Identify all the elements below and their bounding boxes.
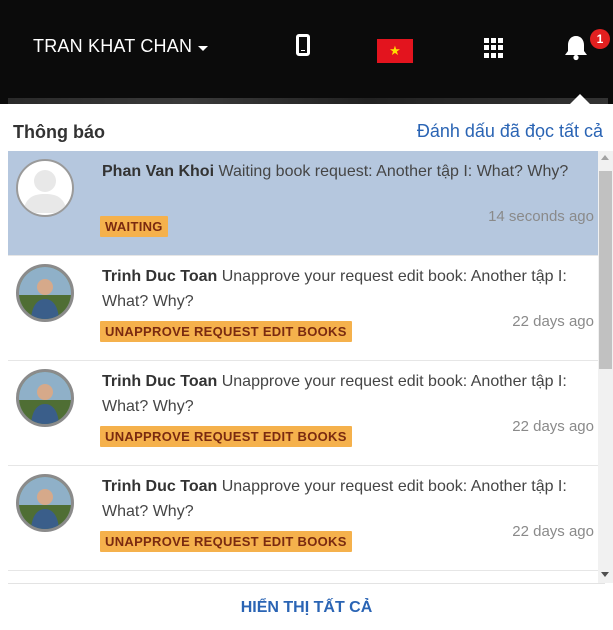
scroll-down-arrow-icon[interactable]	[601, 572, 609, 577]
user-photo-avatar	[16, 474, 74, 532]
user-photo-avatar	[16, 264, 74, 322]
vietnam-flag-icon[interactable]: ★	[377, 39, 413, 63]
notification-time: 22 days ago	[512, 418, 594, 435]
background-strip	[8, 98, 608, 104]
show-all-link[interactable]: HIỂN THỊ TẤT CẢ	[241, 599, 373, 617]
user-menu[interactable]: TRAN KHAT CHAN	[33, 36, 209, 57]
status-badge: UNAPPROVE REQUEST EDIT BOOKS	[100, 531, 352, 552]
notification-item[interactable]: Trinh Duc Toan Unapprove your request ed…	[8, 361, 598, 466]
notification-text: Trinh Duc Toan Unapprove your request ed…	[102, 369, 592, 419]
notification-item[interactable]: Phan Van Khoi Waiting book request: Anot…	[8, 151, 598, 256]
notification-author: Trinh Duc Toan	[102, 268, 218, 285]
scrollbar-thumb[interactable]	[599, 171, 612, 369]
panel-title: Thông báo	[13, 122, 105, 142]
notification-item[interactable]: Trinh Duc Toan Unapprove your request ed…	[8, 256, 598, 361]
notification-time: 22 days ago	[512, 523, 594, 540]
notification-text: Trinh Duc Toan Unapprove your request ed…	[102, 474, 592, 524]
status-badge: UNAPPROVE REQUEST EDIT BOOKS	[100, 321, 352, 342]
username-label: TRAN KHAT CHAN	[33, 36, 193, 56]
scroll-up-arrow-icon[interactable]	[601, 155, 609, 160]
notification-time: 22 days ago	[512, 313, 594, 330]
notification-time: 14 seconds ago	[488, 208, 594, 225]
notification-author: Trinh Duc Toan	[102, 478, 218, 495]
mark-all-read-link[interactable]: Đánh dấu đã đọc tất cả	[417, 121, 603, 142]
user-placeholder-icon	[16, 159, 74, 217]
panel-left-margin	[0, 105, 8, 629]
apps-grid-icon[interactable]	[484, 38, 504, 58]
panel-footer: HIỂN THỊ TẤT CẢ	[8, 583, 605, 630]
status-badge: WAITING	[100, 216, 168, 237]
notification-message: Waiting book request: Another tập I: Wha…	[214, 163, 569, 180]
notification-item[interactable]: Trinh Duc Toan Unapprove your request ed…	[8, 466, 598, 571]
dropdown-pointer	[569, 94, 591, 104]
user-photo-avatar	[16, 369, 74, 427]
scrollbar[interactable]	[598, 151, 613, 583]
phone-icon[interactable]	[296, 34, 310, 56]
flag-star: ★	[389, 43, 401, 58]
caret-down-icon	[198, 46, 209, 51]
panel-header: Thông báo Đánh dấu đã đọc tất cả	[8, 105, 605, 152]
notification-count-badge: 1	[590, 29, 610, 49]
notification-author: Phan Van Khoi	[102, 163, 215, 180]
notification-text: Trinh Duc Toan Unapprove your request ed…	[102, 264, 592, 314]
notification-text: Phan Van Khoi Waiting book request: Anot…	[102, 159, 592, 184]
bell-icon[interactable]	[561, 32, 591, 62]
top-navbar: TRAN KHAT CHAN ★ 1	[0, 0, 613, 104]
notification-author: Trinh Duc Toan	[102, 373, 218, 390]
status-badge: UNAPPROVE REQUEST EDIT BOOKS	[100, 426, 352, 447]
notification-list[interactable]: Phan Van Khoi Waiting book request: Anot…	[8, 151, 598, 583]
notifications-dropdown: Thông báo Đánh dấu đã đọc tất cả Phan Va…	[8, 105, 613, 629]
